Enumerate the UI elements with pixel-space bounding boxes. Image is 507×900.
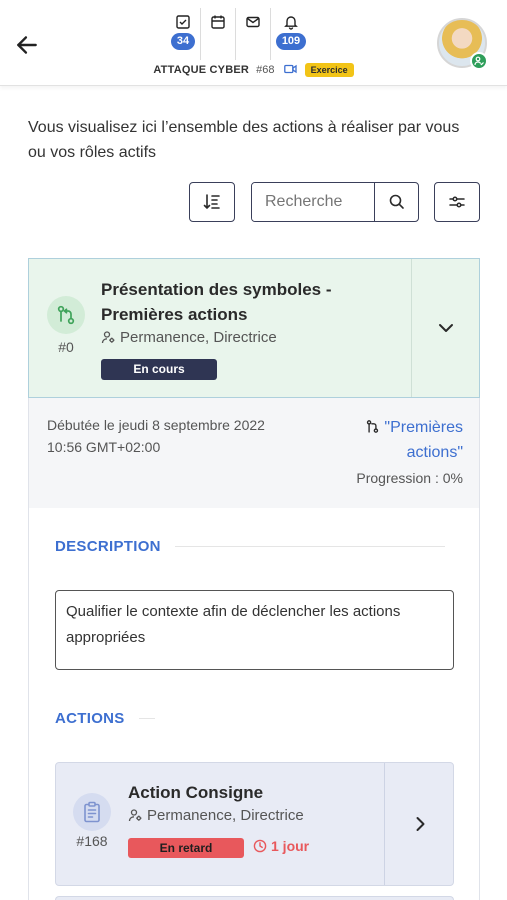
sub-action-roles: Permanence, Directrice [128,807,304,824]
branch-icon [367,420,379,433]
tasks-shortcut[interactable]: 34 [166,8,200,60]
sub-action-card[interactable]: #168 Action Consigne Permanence, Directr… [55,762,454,886]
divider [174,546,445,547]
video-icon [283,64,297,77]
start-date: Débutée le jeudi 8 septembre 2022 10:56 … [47,414,317,458]
tasks-count-badge: 34 [170,33,196,50]
users-icon [101,331,115,344]
app-header: 34 109 ATTAQUE CYBER #68 Exercice [0,0,507,86]
phase-link[interactable]: "Premières actions" [333,415,463,465]
late-status-badge: En retard [128,838,244,858]
chevron-right-icon [416,817,424,831]
users-icon [128,809,142,822]
status-badge: En cours [101,359,217,380]
phase-link-text: "Premières actions" [384,419,463,461]
open-sub-action-button[interactable] [384,763,454,885]
start-date-line: Débutée le jeudi 8 septembre 2022 [47,417,265,433]
delay-text: 1 jour [271,838,310,854]
start-time-line: 10:56 GMT+02:00 [47,439,161,455]
event-number: #68 [256,63,275,76]
delay-indicator: 1 jour [253,838,309,854]
progress-text: Progression : 0% [356,470,463,486]
sort-button[interactable] [189,182,235,222]
branch-icon [47,296,85,334]
event-info: ATTAQUE CYBER #68 Exercice [0,63,507,79]
action-number: #0 [58,339,74,355]
next-sub-action-card[interactable] [55,896,454,900]
sort-icon [203,194,220,210]
header-shortcuts: 34 109 [166,8,311,60]
back-button[interactable] [10,28,44,62]
search-input[interactable] [252,183,374,221]
sub-action-roles-text: Permanence, Directrice [147,807,304,824]
actions-heading: ACTIONS [55,710,155,727]
user-check-icon [470,52,488,70]
notifications-shortcut[interactable]: 109 [271,8,311,60]
mail-shortcut[interactable] [236,8,270,60]
bell-icon [284,16,298,30]
event-name: ATTAQUE CYBER [153,63,250,76]
checklist-icon [176,15,190,29]
clock-icon [253,839,267,853]
intro-text: Vous visualisez ici l’ensemble des actio… [28,119,460,161]
sub-action-title: Action Consigne [128,783,264,802]
notifications-count-badge: 109 [275,33,307,50]
filter-button[interactable] [434,182,480,222]
clipboard-icon [73,793,111,831]
description-heading: DESCRIPTION [55,538,445,555]
action-card-header[interactable]: #0 Présentation des symboles - Premières… [28,258,480,398]
chevron-down-icon [439,324,453,332]
action-roles-text: Permanence, Directrice [120,329,277,346]
divider [138,718,155,719]
sliders-icon [449,196,465,208]
collapse-toggle[interactable] [411,259,480,397]
search-icon [389,194,404,209]
mail-icon [246,16,260,28]
action-details: Débutée le jeudi 8 septembre 2022 10:56 … [29,398,479,508]
action-card: #0 Présentation des symboles - Premières… [28,258,480,900]
action-roles: Permanence, Directrice [101,329,277,346]
description-text: Qualifier le contexte afin de déclencher… [55,590,454,670]
arrow-left-icon [17,36,37,54]
description-label: DESCRIPTION [55,538,161,555]
exercise-badge: Exercice [304,63,354,77]
calendar-icon [211,15,225,29]
calendar-shortcut[interactable] [201,8,235,60]
search-box [251,182,419,222]
actions-label: ACTIONS [55,710,125,727]
action-title: Présentation des symboles - Premières ac… [101,280,332,324]
search-button[interactable] [374,183,418,221]
sub-action-number: #168 [76,833,108,849]
